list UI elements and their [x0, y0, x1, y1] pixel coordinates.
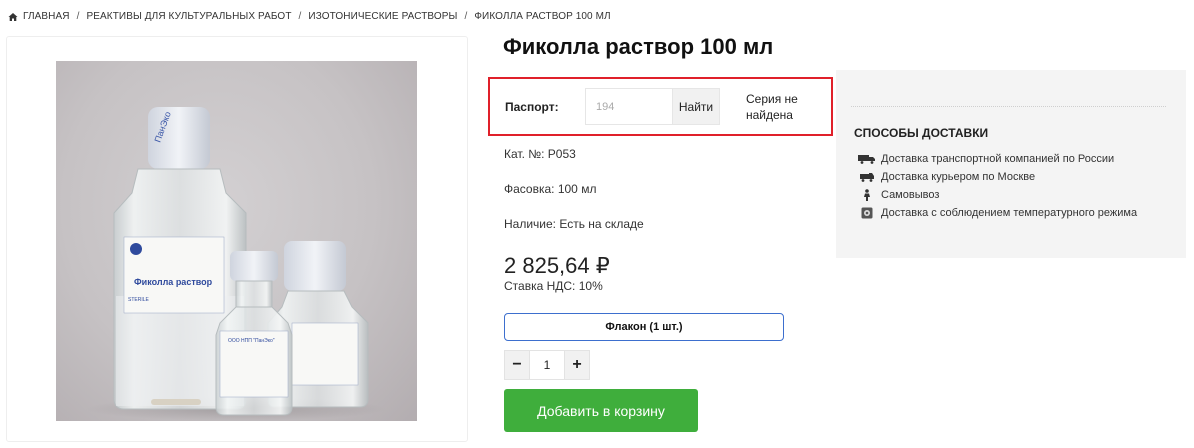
thermometer-box-icon: [858, 207, 876, 219]
bottles-illustration: ПанЭко Фиколла раствор STERILE ООО НПП "…: [86, 107, 386, 421]
breadcrumb-reagents[interactable]: Реактивы для культуральных работ: [86, 11, 291, 22]
availability: Наличие: Есть на складе: [504, 217, 644, 231]
add-to-cart-button[interactable]: Добавить в корзину: [504, 389, 698, 432]
home-icon[interactable]: [8, 12, 18, 22]
delivery-item-transport: Доставка транспортной компанией по Росси…: [858, 150, 1137, 168]
breadcrumb-separator: /: [298, 11, 302, 22]
breadcrumb-separator: /: [76, 11, 80, 22]
quantity-input[interactable]: 1: [529, 351, 565, 379]
van-icon: [858, 171, 876, 183]
breadcrumb-home[interactable]: Главная: [23, 11, 70, 22]
page-title: Фиколла раствор 100 мл: [503, 34, 774, 59]
passport-series-input[interactable]: [585, 88, 672, 125]
breadcrumb: Главная / Реактивы для культуральных раб…: [8, 11, 611, 22]
delivery-item-label: Доставка с соблюдением температурного ре…: [881, 207, 1138, 219]
price: 2 825,64 ₽: [504, 253, 610, 278]
find-button[interactable]: Найти: [672, 88, 720, 125]
vat-rate: Ставка НДС: 10%: [504, 279, 603, 293]
quantity-decrease-button[interactable]: −: [505, 351, 529, 379]
delivery-title: Способы доставки: [854, 126, 989, 140]
breadcrumb-current: Фиколла раствор 100 мл: [474, 11, 611, 22]
delivery-item-courier: Доставка курьером по Москве: [858, 168, 1137, 186]
passport-search-box: Паспорт: Найти Серия не найдена: [488, 77, 833, 136]
delivery-list: Доставка транспортной компанией по Росси…: [858, 150, 1137, 222]
breadcrumb-isotonic[interactable]: Изотонические растворы: [308, 11, 457, 22]
pickup-person-icon: [858, 189, 876, 201]
package-size: Фасовка: 100 мл: [504, 182, 597, 196]
delivery-item-temperature: Доставка с соблюдением температурного ре…: [858, 204, 1137, 222]
pack-option-button[interactable]: Флакон (1 шт.): [504, 313, 784, 341]
breadcrumb-separator: /: [464, 11, 468, 22]
delivery-panel: Способы доставки Доставка транспортной к…: [836, 70, 1186, 258]
delivery-item-label: Доставка транспортной компанией по Росси…: [881, 153, 1115, 165]
small-bottle-label-text: ООО НПП "ПанЭко": [228, 338, 275, 344]
product-photo[interactable]: ПанЭко Фиколла раствор STERILE ООО НПП "…: [56, 61, 417, 421]
product-image-panel: ПанЭко Фиколла раствор STERILE ООО НПП "…: [6, 36, 468, 442]
quantity-increase-button[interactable]: +: [565, 351, 589, 379]
passport-label: Паспорт:: [505, 99, 559, 114]
quantity-stepper: − 1 +: [504, 350, 590, 380]
delivery-item-label: Самовывоз: [881, 189, 940, 201]
series-status-text: Серия не найдена: [746, 91, 798, 122]
delivery-item-pickup: Самовывоз: [858, 186, 1137, 204]
truck-icon: [858, 153, 876, 165]
catalog-number: Кат. №: P053: [504, 147, 576, 161]
divider: [851, 106, 1166, 107]
sterile-text: STERILE: [128, 297, 150, 303]
bottle-label-text: Фиколла раствор: [134, 277, 213, 287]
delivery-item-label: Доставка курьером по Москве: [881, 171, 1036, 183]
